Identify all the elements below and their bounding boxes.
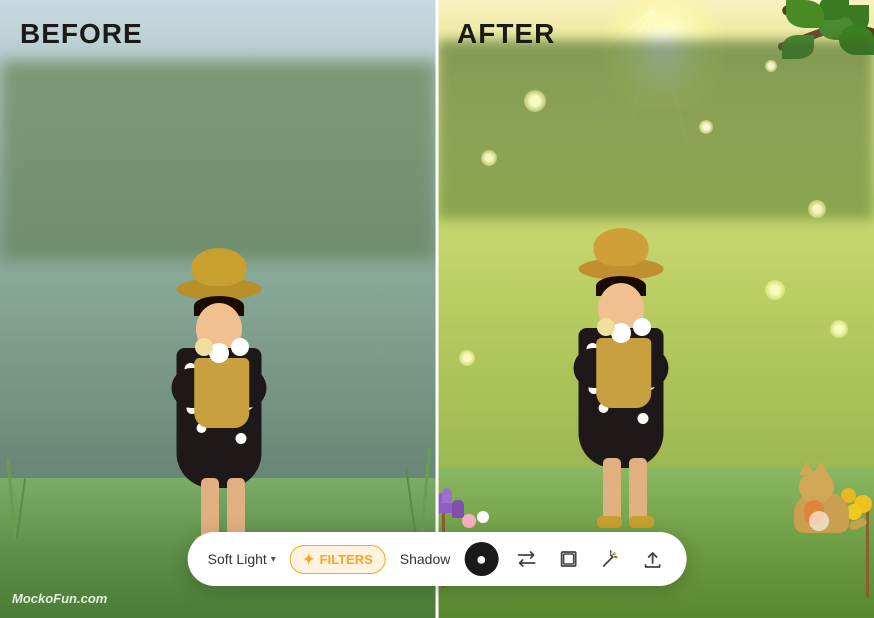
dropdown-arrow-icon: ▾ (271, 554, 276, 565)
upload-button[interactable] (638, 545, 666, 573)
before-panel: BEFORE MockoFun.com (0, 0, 437, 618)
after-trees (437, 40, 874, 220)
bokeh-7 (459, 350, 475, 366)
layers-button[interactable] (554, 545, 582, 573)
filters-label: FILTERS (320, 552, 373, 567)
before-label: BEFORE (20, 18, 143, 50)
filters-button[interactable]: ✦ FILTERS (290, 545, 386, 574)
bokeh-2 (481, 150, 497, 166)
shadow-label: Shadow (400, 551, 451, 567)
toolbar: Soft Light ▾ ✦ FILTERS Shadow ● (188, 532, 687, 586)
swap-icon (516, 550, 536, 568)
shadow-button[interactable]: Shadow (400, 551, 451, 567)
blend-mode-button[interactable]: ● (464, 542, 498, 576)
cat-figure (789, 473, 859, 533)
bokeh-4 (765, 280, 785, 300)
panel-divider (436, 0, 439, 618)
upload-icon (643, 549, 661, 569)
pink-flower (462, 514, 476, 528)
soft-light-label: Soft Light (208, 551, 267, 567)
canvas-area: BEFORE MockoFun.com (0, 0, 874, 618)
after-label: AFTER (457, 18, 555, 50)
before-trees (0, 60, 437, 260)
watermark-before: MockoFun.com (12, 591, 107, 606)
purple-flower-2 (442, 488, 452, 503)
circle-icon: ● (476, 549, 487, 570)
wand-icon (600, 549, 620, 569)
magic-wand-button[interactable] (596, 545, 624, 573)
filters-star-icon: ✦ (303, 551, 315, 568)
child-figure-after (561, 258, 681, 538)
child-figure-before (159, 278, 279, 558)
purple-flower-3 (452, 500, 464, 518)
bokeh-6 (765, 60, 777, 72)
layers-icon (558, 549, 578, 569)
swap-button[interactable] (512, 545, 540, 573)
white-flower (477, 511, 489, 523)
soft-light-dropdown[interactable]: Soft Light ▾ (208, 551, 276, 567)
after-panel: AFTER (437, 0, 874, 618)
